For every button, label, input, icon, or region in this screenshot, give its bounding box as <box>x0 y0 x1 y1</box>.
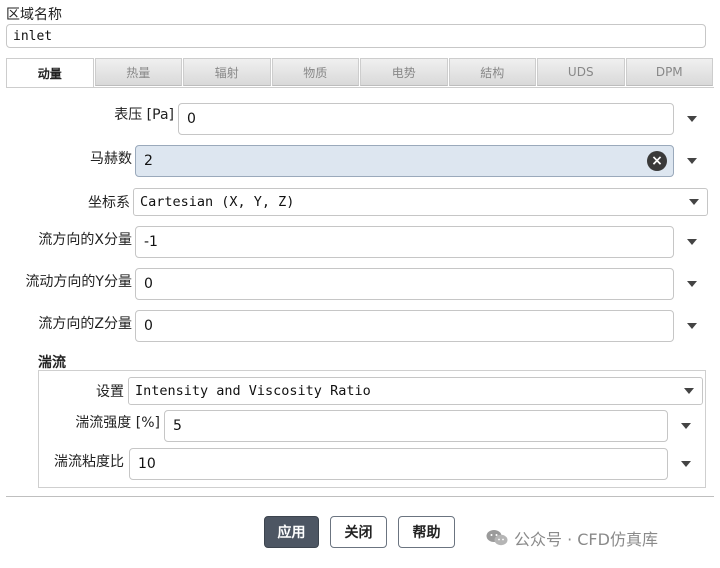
viscosity-ratio-dropdown-icon[interactable] <box>681 461 691 467</box>
turbulence-intensity-label: 湍流强度 [%] <box>75 415 160 431</box>
viscosity-ratio-input[interactable]: 10 <box>129 448 668 480</box>
apply-button[interactable]: 应用 <box>264 516 319 548</box>
help-button[interactable]: 帮助 <box>398 516 455 548</box>
tab-uds[interactable]: UDS <box>537 58 625 86</box>
tab-thermal[interactable]: 热量 <box>94 58 182 86</box>
z-component-label: 流方向的Z分量 <box>38 316 132 332</box>
z-component-value: 0 <box>144 318 153 334</box>
z-component-dropdown-icon[interactable] <box>687 323 697 329</box>
turbulence-method-value: Intensity and Viscosity Ratio <box>135 383 371 399</box>
y-component-value: 0 <box>144 276 153 292</box>
zone-name-input[interactable] <box>6 24 706 48</box>
z-component-input[interactable]: 0 <box>135 310 674 342</box>
close-button[interactable]: 关闭 <box>330 516 387 548</box>
gauge-pressure-dropdown-icon[interactable] <box>687 116 697 122</box>
wechat-icon <box>486 530 508 546</box>
tab-momentum[interactable]: 动量 <box>6 58 94 88</box>
mach-number-value: 2 <box>144 153 153 169</box>
turbulence-method-label: 设置 <box>96 384 124 400</box>
turbulence-intensity-value: 5 <box>173 418 182 434</box>
tab-structure[interactable]: 結构 <box>448 58 536 86</box>
y-component-dropdown-icon[interactable] <box>687 281 697 287</box>
gauge-pressure-value: 0 <box>187 111 196 127</box>
turbulence-intensity-input[interactable]: 5 <box>164 410 668 442</box>
gauge-pressure-label: 表压 [Pa] <box>114 107 174 123</box>
watermark-text: 公众号 · CFD仿真库 <box>514 530 658 549</box>
x-component-label: 流方向的X分量 <box>38 232 132 248</box>
clear-icon[interactable]: × <box>647 151 667 171</box>
tab-species[interactable]: 物质 <box>271 58 359 86</box>
turbulence-group-title: 湍流 <box>38 355 66 371</box>
coord-system-value: Cartesian (X, Y, Z) <box>140 194 295 210</box>
footer-divider <box>6 496 714 497</box>
coord-system-label: 坐标系 <box>88 195 130 211</box>
x-component-dropdown-icon[interactable] <box>687 239 697 245</box>
x-component-value: -1 <box>144 234 158 250</box>
mach-number-dropdown-icon[interactable] <box>687 158 697 164</box>
turbulence-intensity-dropdown-icon[interactable] <box>681 423 691 429</box>
viscosity-ratio-label: 湍流粘度比 <box>54 454 124 470</box>
viscosity-ratio-value: 10 <box>138 456 156 472</box>
zone-name-label: 区域名称 <box>6 7 62 23</box>
mach-number-input[interactable]: 2 × <box>135 145 674 177</box>
y-component-label: 流动方向的Y分量 <box>25 274 132 290</box>
x-component-input[interactable]: -1 <box>135 226 674 258</box>
panel-border <box>6 87 714 88</box>
tab-radiation[interactable]: 辐射 <box>183 58 271 86</box>
tab-bar: 动量 热量 辐射 物质 电势 結构 UDS DPM <box>6 58 714 88</box>
chevron-down-icon <box>684 388 694 394</box>
mach-number-label: 马赫数 <box>90 151 132 167</box>
turbulence-method-select[interactable]: Intensity and Viscosity Ratio <box>128 377 703 405</box>
tab-dpm[interactable]: DPM <box>625 58 713 86</box>
y-component-input[interactable]: 0 <box>135 268 674 300</box>
tab-potential[interactable]: 电势 <box>360 58 448 86</box>
gauge-pressure-input[interactable]: 0 <box>178 103 674 135</box>
watermark: 公众号 · CFD仿真库 <box>486 526 658 550</box>
chevron-down-icon <box>689 199 699 205</box>
coord-system-select[interactable]: Cartesian (X, Y, Z) <box>133 188 708 216</box>
